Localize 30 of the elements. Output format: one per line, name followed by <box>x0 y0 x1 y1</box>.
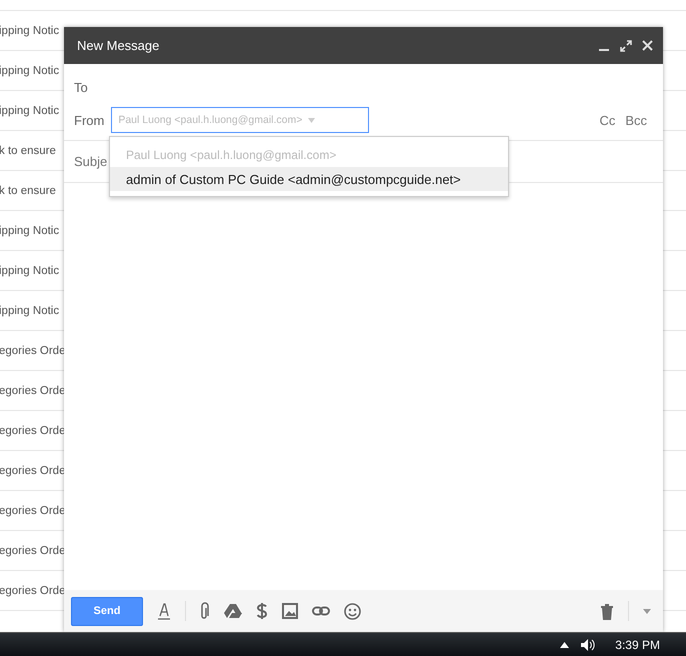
from-label: From <box>74 112 104 128</box>
email-subject[interactable]: k to ensure <box>0 184 56 196</box>
from-option[interactable]: admin of Custom PC Guide <admin@custompcguide.net> <box>110 167 508 191</box>
email-subject[interactable]: ipping Notic <box>0 24 60 36</box>
to-field[interactable]: To <box>74 80 88 95</box>
cc-link[interactable]: Cc <box>599 112 616 128</box>
triangle-drive-icon[interactable] <box>224 603 242 619</box>
close-icon[interactable] <box>642 40 653 51</box>
trash-icon[interactable] <box>600 602 614 620</box>
dollar-icon[interactable] <box>256 602 268 620</box>
photo-icon[interactable] <box>282 603 298 619</box>
email-subject[interactable]: ipping Notic <box>0 104 60 116</box>
tray-up-arrow-icon[interactable] <box>560 642 570 648</box>
email-subject[interactable]: ipping Notic <box>0 64 60 76</box>
more-options-caret-icon[interactable] <box>643 608 651 614</box>
link-icon[interactable] <box>312 606 330 616</box>
expand-icon[interactable] <box>620 40 632 52</box>
email-subject[interactable]: k to ensure <box>0 144 56 156</box>
email-subject[interactable]: ipping Notic <box>0 224 60 236</box>
window-title: New Message <box>77 38 160 53</box>
text-format-icon[interactable] <box>157 602 171 620</box>
speaker-icon[interactable] <box>581 638 596 650</box>
dropdown-caret-icon <box>308 118 316 122</box>
email-subject[interactable]: ipping Notic <box>0 264 60 276</box>
bcc-link[interactable]: Bcc <box>625 112 647 128</box>
smiley-icon[interactable] <box>344 602 361 620</box>
attach-icon[interactable] <box>200 602 210 620</box>
subject-field[interactable]: Subje <box>74 154 108 169</box>
email-subject[interactable]: ipping Notic <box>0 304 60 316</box>
taskbar-clock[interactable]: 3:39 PM <box>615 638 660 652</box>
